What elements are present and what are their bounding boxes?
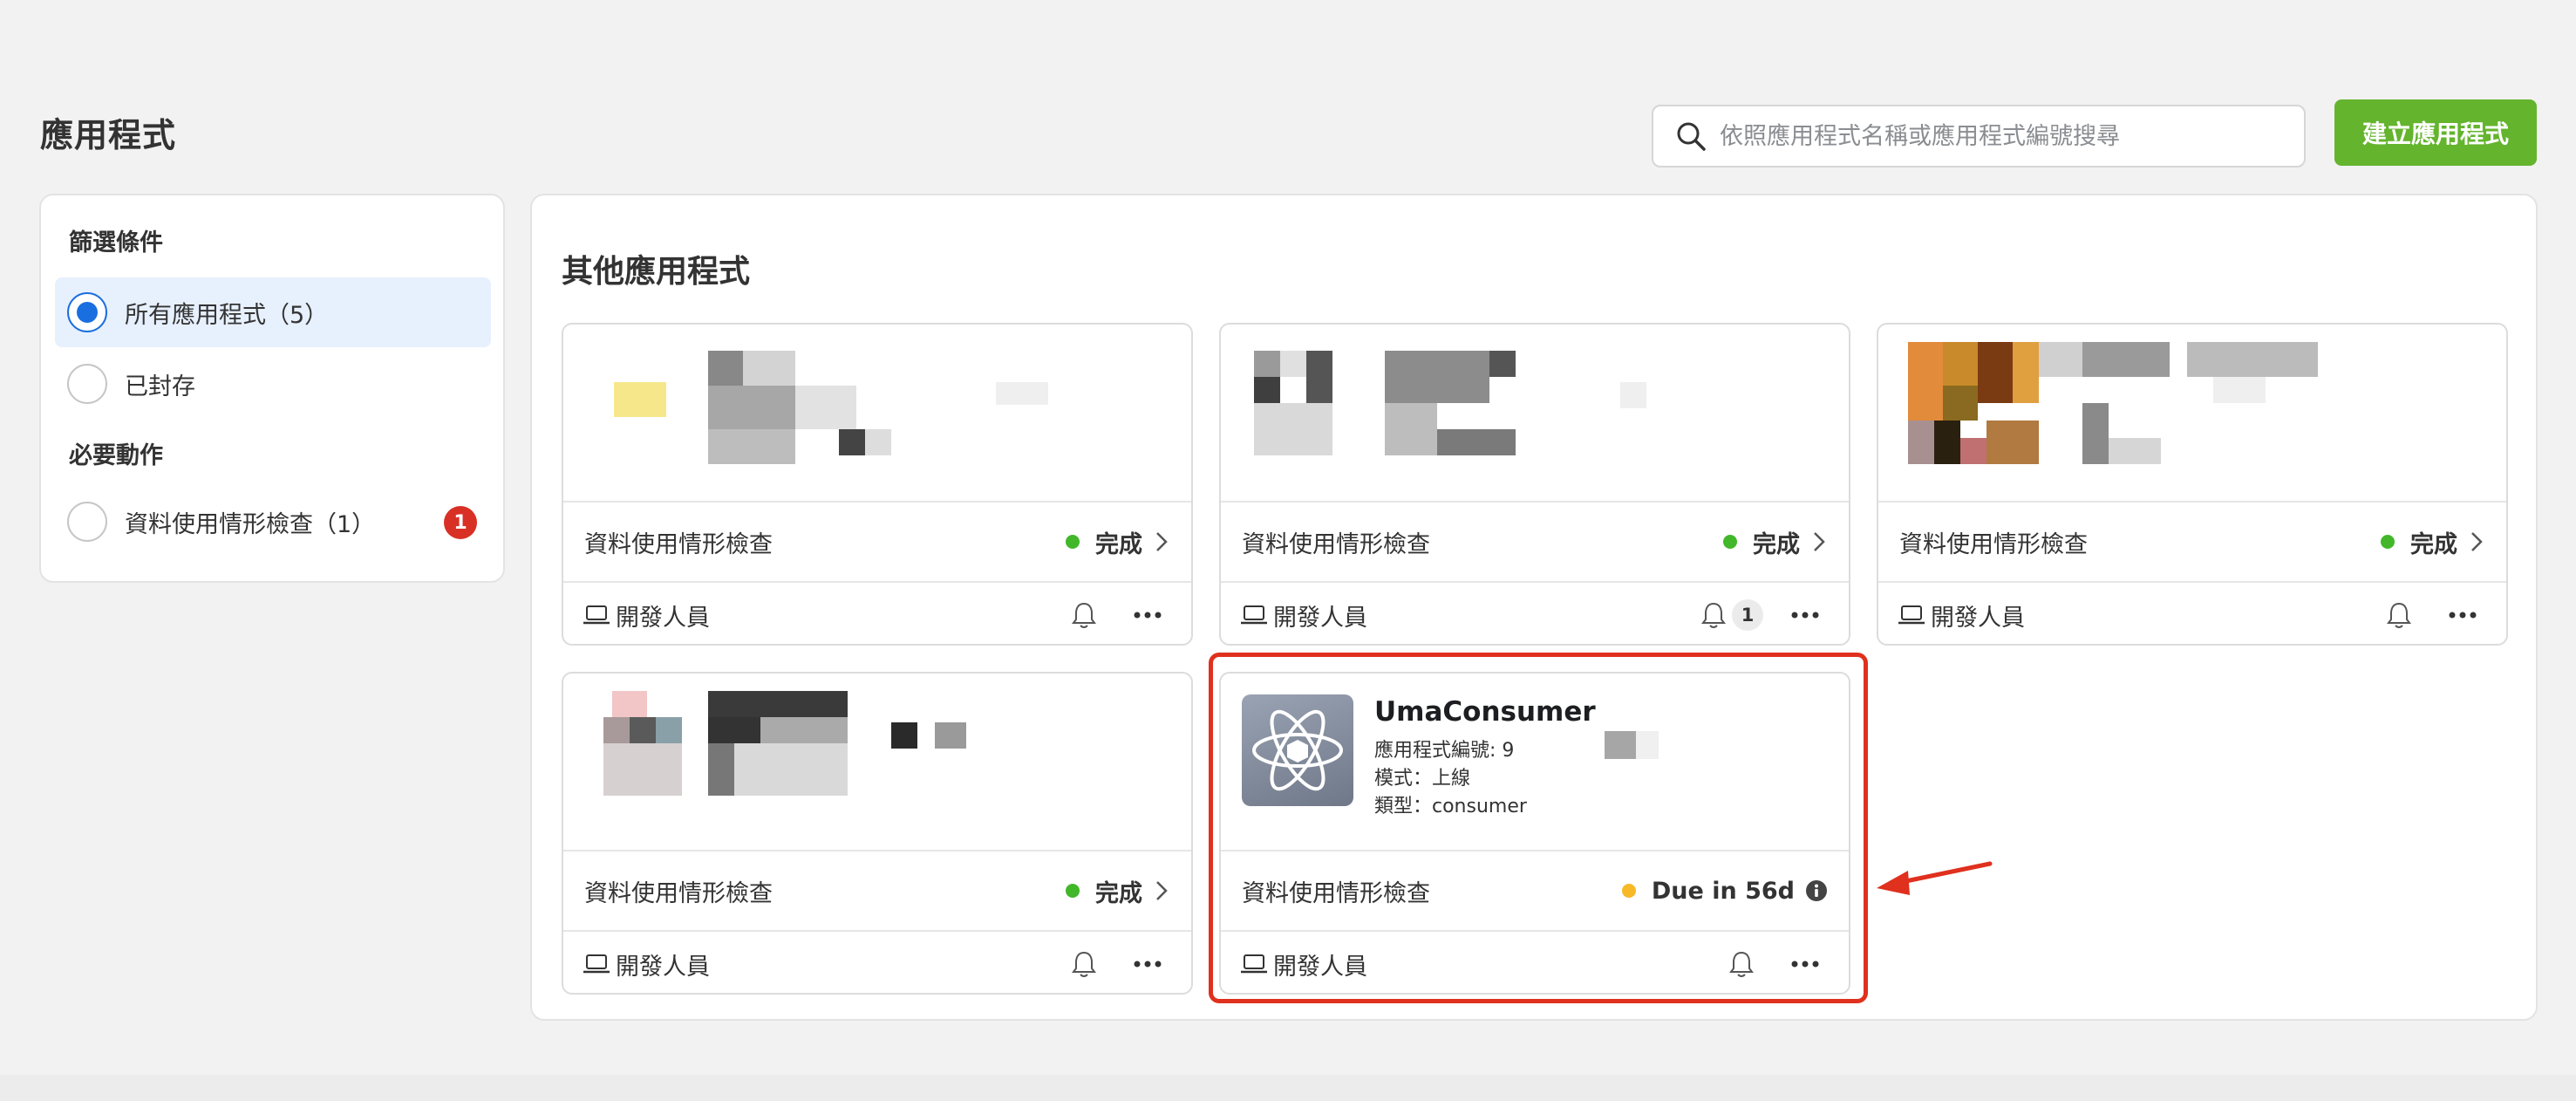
app-card[interactable]: 資料使用情形檢查 完成 開發人員 — [562, 323, 1193, 646]
role-label: 開發人員 — [583, 598, 1069, 633]
radio-button[interactable] — [67, 502, 107, 542]
status-badge: 完成 — [1723, 525, 1828, 559]
page-title: 應用程式 — [40, 116, 177, 154]
app-card-header-pixelated — [1878, 325, 2506, 501]
page: 應用程式 建立應用程式 篩選條件 所有應用程式（5） 已封存 必要動作 資料使用… — [0, 0, 2576, 1101]
status-badge: 完成 — [1066, 525, 1170, 559]
search-input[interactable] — [1720, 122, 2286, 150]
status-badge: 完成 — [2381, 525, 2485, 559]
more-options-icon[interactable] — [2447, 610, 2478, 620]
role-label: 開發人員 — [1898, 598, 2384, 633]
bell-icon[interactable] — [1069, 949, 1099, 979]
laptop-icon — [1898, 605, 1925, 625]
annotation-highlight-box — [1209, 653, 1868, 1003]
role-label: 開發人員 — [1240, 598, 1699, 633]
notification-count: 1 — [1732, 599, 1763, 631]
laptop-icon — [583, 954, 610, 974]
app-card-header-pixelated — [1221, 325, 1849, 501]
checkup-label: 資料使用情形檢查 — [584, 530, 773, 558]
role-text: 開發人員 — [616, 604, 710, 632]
checkup-label: 資料使用情形檢查 — [1899, 530, 2088, 558]
radio-button[interactable] — [67, 364, 107, 404]
card-footer: 開發人員 — [563, 581, 1191, 644]
page-footer-band — [0, 1075, 2576, 1101]
filter-label: 資料使用情形檢查（1） — [125, 510, 376, 538]
filter-title: 篩選條件 — [69, 229, 163, 256]
card-footer: 開發人員 — [563, 930, 1191, 993]
role-text: 開發人員 — [1273, 604, 1367, 632]
filter-label: 所有應用程式（5） — [125, 301, 329, 329]
checkup-label: 資料使用情形檢查 — [584, 879, 773, 907]
app-card[interactable]: 資料使用情形檢查 完成 開發人員 — [562, 672, 1193, 995]
status-text: 完成 — [2410, 530, 2457, 558]
checkup-label: 資料使用情形檢查 — [1242, 530, 1430, 558]
chevron-right-icon — [2471, 532, 2483, 551]
filter-all-apps[interactable]: 所有應用程式（5） — [55, 277, 491, 347]
more-options-icon[interactable] — [1132, 610, 1163, 620]
more-options-icon[interactable] — [1132, 959, 1163, 969]
radio-button-selected[interactable] — [67, 292, 107, 332]
status-text: 完成 — [1095, 879, 1142, 907]
filter-archived[interactable]: 已封存 — [55, 349, 491, 419]
bell-icon[interactable] — [1069, 600, 1099, 630]
more-options-icon[interactable] — [1789, 610, 1821, 620]
chevron-right-icon — [1156, 881, 1168, 900]
search-icon — [1677, 122, 1706, 151]
count-badge: 1 — [444, 506, 477, 539]
app-card-header-pixelated — [563, 325, 1191, 501]
role-label: 開發人員 — [583, 947, 1069, 981]
role-text: 開發人員 — [1931, 604, 2025, 632]
status-text: 完成 — [1095, 530, 1142, 558]
bell-icon[interactable] — [1699, 600, 1728, 630]
search-box[interactable] — [1652, 105, 2306, 168]
required-actions-title: 必要動作 — [69, 442, 163, 469]
chevron-right-icon — [1814, 532, 1825, 551]
filter-label: 已封存 — [125, 373, 195, 400]
laptop-icon — [1241, 605, 1267, 625]
bell-icon[interactable] — [2384, 600, 2414, 630]
data-use-checkup-row[interactable]: 資料使用情形檢查 完成 — [563, 850, 1191, 930]
data-use-checkup-row[interactable]: 資料使用情形檢查 完成 — [1221, 501, 1849, 581]
app-card[interactable]: 資料使用情形檢查 完成 開發人員 — [1877, 323, 2508, 646]
role-text: 開發人員 — [616, 953, 710, 981]
annotation-arrow-icon — [1877, 861, 1993, 895]
status-dot — [1723, 535, 1737, 549]
laptop-icon — [583, 605, 610, 625]
status-text: 完成 — [1753, 530, 1800, 558]
filter-sidebar: 篩選條件 所有應用程式（5） 已封存 必要動作 資料使用情形檢查（1） 1 — [39, 194, 505, 583]
filter-data-use-checkup[interactable]: 資料使用情形檢查（1） 1 — [55, 487, 491, 557]
status-badge: 完成 — [1066, 874, 1170, 908]
data-use-checkup-row[interactable]: 資料使用情形檢查 完成 — [563, 501, 1191, 581]
app-card[interactable]: 資料使用情形檢查 完成 開發人員 1 — [1219, 323, 1850, 646]
status-dot — [1066, 884, 1080, 898]
card-footer: 開發人員 1 — [1221, 581, 1849, 644]
status-dot — [1066, 535, 1080, 549]
data-use-checkup-row[interactable]: 資料使用情形檢查 完成 — [1878, 501, 2506, 581]
section-title: 其他應用程式 — [562, 254, 751, 290]
card-footer: 開發人員 — [1878, 581, 2506, 644]
create-app-button[interactable]: 建立應用程式 — [2334, 99, 2537, 166]
status-dot — [2381, 535, 2395, 549]
chevron-right-icon — [1156, 532, 1168, 551]
app-card-header-pixelated — [563, 674, 1191, 850]
